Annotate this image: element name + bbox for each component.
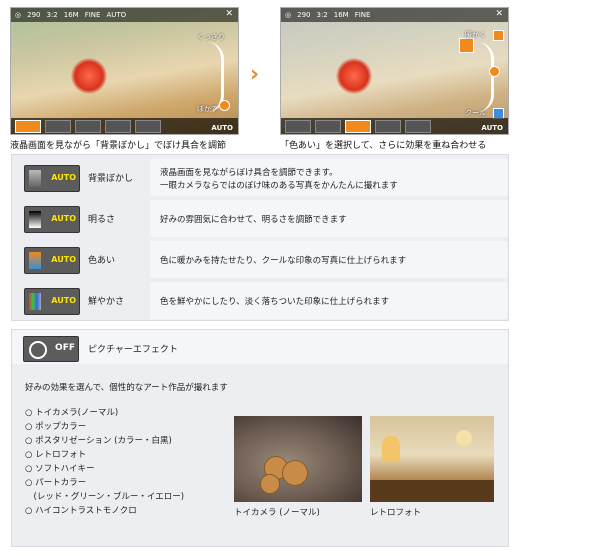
feature-row-vividness: AUTO 鮮やかさ 色を鮮やかにしたり、淡く落ちついた印象に仕上げられます <box>12 282 508 319</box>
vividness-icon[interactable] <box>105 119 131 133</box>
quality: FINE <box>84 11 101 19</box>
photo2-caption: レトロフォト <box>370 508 422 518</box>
camera-mode-icon: ◎ <box>15 11 22 19</box>
aspect-ratio: 3:2 <box>46 11 58 19</box>
warm-swatch-icon <box>493 30 504 41</box>
list-item: ○ ポスタリゼーション (カラー・白黒) <box>25 436 172 446</box>
picture-effect-icon: OFF <box>23 336 79 362</box>
photo1-caption: トイカメラ (ノーマル) <box>234 508 320 518</box>
camera-mode-icon: ◎ <box>285 11 292 19</box>
feature-desc-line: 色を鮮やかにしたり、淡く落ちついた印象に仕上げられます <box>160 297 390 307</box>
status-bar: ◎ 290 3:2 16M FINE AUTO <box>11 8 238 22</box>
feature-desc-line: 液晶画面を見ながらぼけ具合を調節できます。 <box>160 168 338 178</box>
feature-name: 背景ぼかし <box>88 174 134 184</box>
warm-indicator-icon <box>459 38 474 53</box>
vividness-icon[interactable] <box>375 119 401 133</box>
left-caption: 液晶画面を見ながら「背景ぼかし」でぼけ具合を調節 <box>10 141 227 151</box>
feature-name: 鮮やかさ <box>88 297 125 307</box>
list-item: (レッド・グリーン・ブルー・イエロー) <box>25 492 185 502</box>
brightness-icon: AUTO <box>24 206 80 233</box>
list-item: ○ レトロフォト <box>25 450 87 460</box>
slider-knob[interactable] <box>489 66 500 77</box>
list-item: ○ ポップカラー <box>25 422 87 432</box>
list-item: ○ ハイコントラストモノクロ <box>25 506 137 516</box>
close-icon[interactable]: ✕ <box>225 9 233 19</box>
color-tone-icon[interactable] <box>345 119 371 133</box>
list-item: ○ パートカラー <box>25 478 87 488</box>
camera-screen-left: ◎ 290 3:2 16M FINE AUTO ✕ くっきり ぼかす AUTO <box>10 7 239 135</box>
feature-desc-line: 好みの雰囲気に合わせて、明るさを調節できます <box>160 215 347 225</box>
background-blur-icon[interactable] <box>285 119 311 133</box>
next-arrow-icon: › <box>250 62 260 87</box>
flower-subject <box>71 58 107 94</box>
slider-knob[interactable] <box>219 100 230 111</box>
feature-row-color-tone: AUTO 色あい 色に暖かみを持たせたり、クールな印象の写真に仕上げられます <box>12 241 508 278</box>
camera-screen-right: ◎ 290 3:2 16M FINE ✕ 暖かく クール AUTO <box>280 7 509 135</box>
flower-subject <box>336 58 372 94</box>
color-tone-icon: AUTO <box>24 247 80 274</box>
feature-desc: 色を鮮やかにしたり、淡く落ちついた印象に仕上げられます <box>150 282 508 319</box>
retro-photo-sample-photo <box>370 416 494 502</box>
brightness-icon[interactable] <box>315 119 341 133</box>
shots-remaining: 290 <box>297 11 311 19</box>
list-item: ○ トイカメラ(ノーマル) <box>25 408 119 418</box>
picture-effect-panel: OFF ピクチャーエフェクト 好みの効果を選んで、個性的なアート作品が撮れます … <box>11 329 509 547</box>
auto-label: AUTO <box>481 124 503 132</box>
feature-table: AUTO 背景ぼかし 液晶画面を見ながらぼけ具合を調節できます。 一眼カメラなら… <box>11 154 509 321</box>
aspect-ratio: 3:2 <box>316 11 328 19</box>
auto-label: AUTO <box>211 124 233 132</box>
feature-desc-line: 色に暖かみを持たせたり、クールな印象の写真に仕上げられます <box>160 256 407 266</box>
feature-desc: 好みの雰囲気に合わせて、明るさを調節できます <box>150 200 508 237</box>
image-size: 16M <box>333 11 349 19</box>
image-size: 16M <box>63 11 79 19</box>
slider-top-label: くっきり <box>197 33 225 41</box>
effect-list: ○ トイカメラ(ノーマル) ○ ポップカラー ○ ポスタリゼーション (カラー・… <box>25 406 184 518</box>
color-slider[interactable] <box>477 42 494 112</box>
picture-effect-title: ピクチャーエフェクト <box>88 345 178 355</box>
auto-mode: AUTO <box>106 11 127 19</box>
background-blur-icon: AUTO <box>24 165 80 192</box>
feature-desc-line: 一眼カメラならではのぼけ味のある写真をかんたんに撮れます <box>160 181 398 191</box>
list-item: ○ ソフトハイキー <box>25 464 95 474</box>
background-blur-icon[interactable] <box>15 119 41 133</box>
slider-top-label: 暖かく <box>465 31 486 39</box>
shots-remaining: 290 <box>27 11 41 19</box>
vividness-icon: AUTO <box>24 288 80 315</box>
picture-effect-intro: 好みの効果を選んで、個性的なアート作品が撮れます <box>25 383 228 393</box>
color-tone-icon[interactable] <box>75 119 101 133</box>
picture-effect-icon[interactable] <box>135 119 161 133</box>
toy-camera-sample-photo <box>234 416 362 502</box>
picture-effect-header: OFF ピクチャーエフェクト <box>12 330 508 364</box>
off-label: OFF <box>55 343 75 353</box>
quality: FINE <box>354 11 371 19</box>
picture-effect-icon[interactable] <box>405 119 431 133</box>
feature-name: 明るさ <box>88 215 116 225</box>
brightness-icon[interactable] <box>45 119 71 133</box>
feature-desc: 色に暖かみを持たせたり、クールな印象の写真に仕上げられます <box>150 241 508 278</box>
feature-row-background-blur: AUTO 背景ぼかし 液晶画面を見ながらぼけ具合を調節できます。 一眼カメラなら… <box>12 159 508 196</box>
feature-row-brightness: AUTO 明るさ 好みの雰囲気に合わせて、明るさを調節できます <box>12 200 508 237</box>
feature-desc: 液晶画面を見ながらぼけ具合を調節できます。 一眼カメラならではのぼけ味のある写真… <box>150 159 508 196</box>
status-bar: ◎ 290 3:2 16M FINE <box>281 8 508 22</box>
function-bar <box>11 118 238 134</box>
feature-name: 色あい <box>88 256 116 266</box>
right-caption: 「色あい」を選択して、さらに効果を重ね合わせる <box>280 141 487 151</box>
close-icon[interactable]: ✕ <box>495 9 503 19</box>
function-bar <box>281 118 508 134</box>
